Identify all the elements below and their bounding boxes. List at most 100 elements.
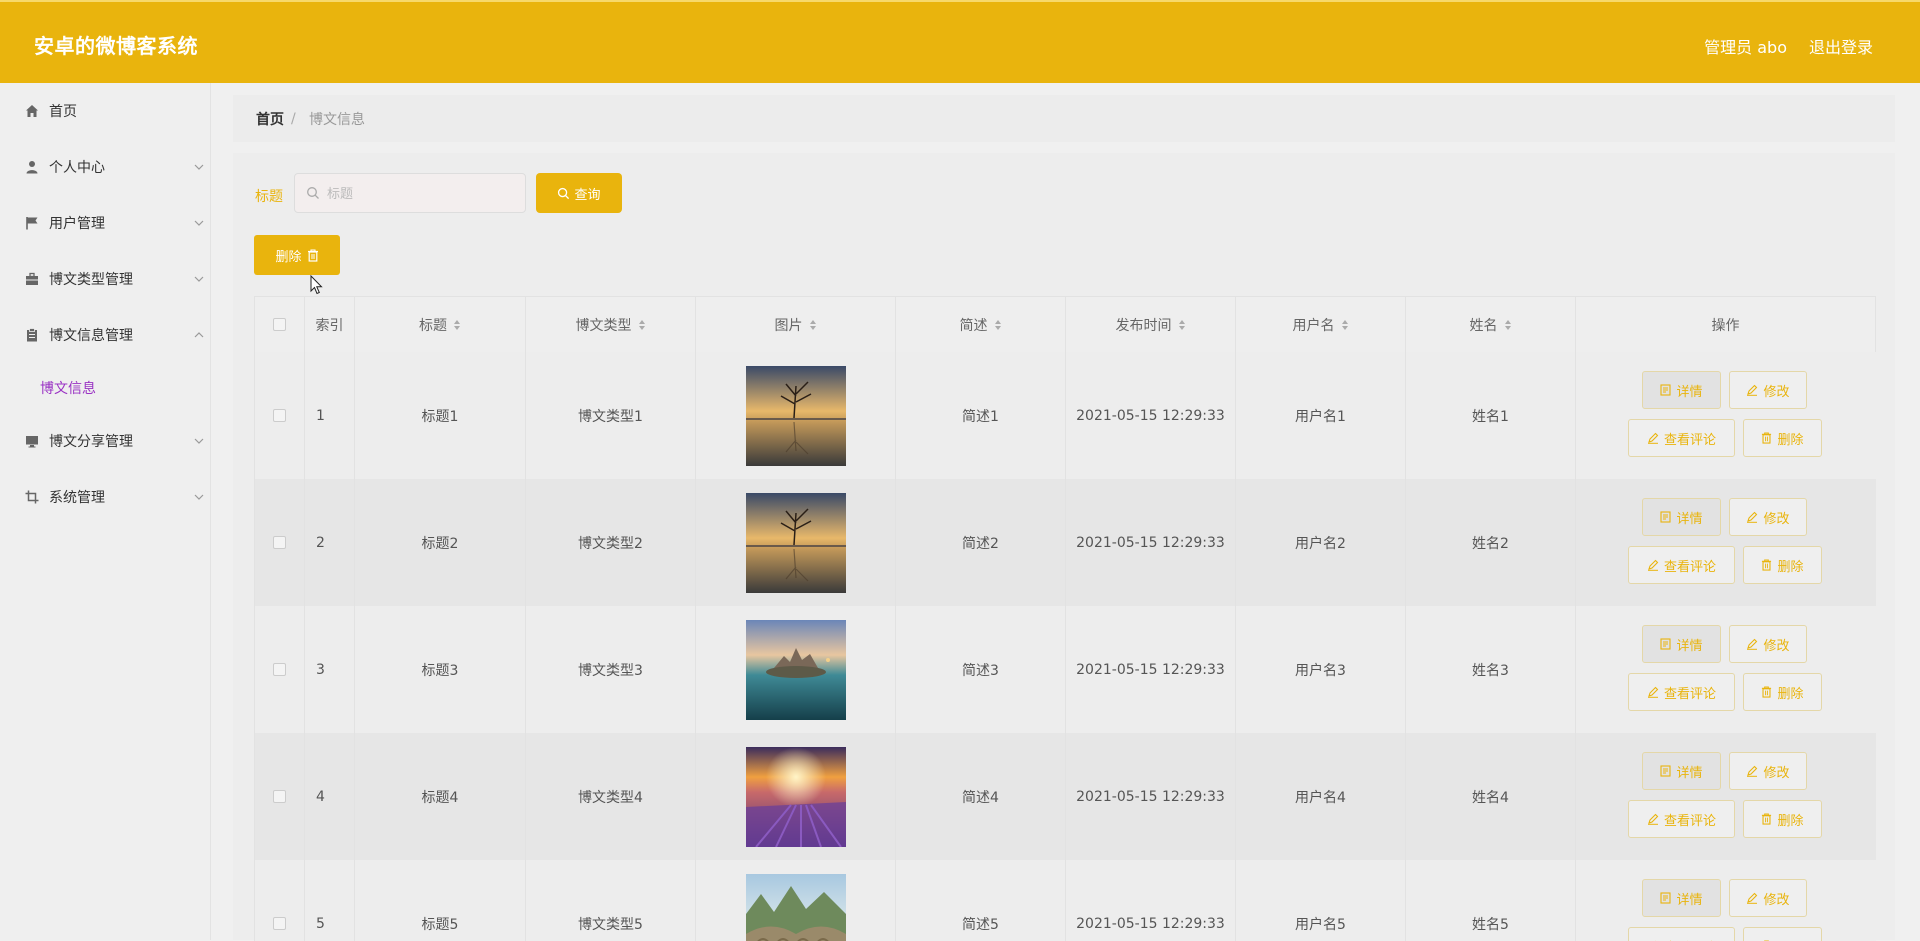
column-header-name[interactable]: 姓名 (1406, 297, 1576, 352)
sidebar-item-label: 系统管理 (49, 487, 105, 507)
detail-button[interactable]: 详情 (1642, 879, 1721, 917)
sort-icon[interactable] (1178, 319, 1186, 331)
cell-name: 姓名4 (1406, 733, 1576, 860)
document-icon (1660, 384, 1671, 396)
view-comments-button[interactable]: 查看评论 (1628, 800, 1735, 838)
sort-icon[interactable] (809, 319, 817, 331)
edit-icon (1746, 765, 1758, 777)
cell-image (696, 606, 896, 733)
delete-row-button-label: 删除 (1777, 429, 1803, 448)
breadcrumb-home[interactable]: 首页 (256, 109, 284, 129)
column-header-type[interactable]: 博文类型 (526, 297, 696, 352)
detail-button-label: 详情 (1676, 889, 1702, 908)
sidebar-subitem-post-info[interactable]: 博文信息 (40, 378, 96, 398)
edit-button[interactable]: 修改 (1729, 879, 1807, 917)
delete-row-button-label: 删除 (1777, 556, 1803, 575)
view-comments-button-label: 查看评论 (1664, 810, 1716, 829)
view-comments-button[interactable]: 查看评论 (1628, 546, 1735, 584)
briefcase-icon (24, 271, 40, 287)
cell-type: 博文类型1 (526, 352, 696, 479)
delete-row-button[interactable]: 删除 (1743, 673, 1822, 711)
cell-name: 姓名2 (1406, 479, 1576, 606)
detail-button[interactable]: 详情 (1642, 498, 1721, 536)
edit-button[interactable]: 修改 (1729, 752, 1807, 790)
cell-time: 2021-05-15 12:29:33 (1066, 352, 1236, 479)
admin-user-label: 管理员 abo (1704, 34, 1787, 58)
table-row: 1 标题1 博文类型1 简述1 2021-05-15 12:29:33 用户名1… (255, 352, 1876, 480)
chevron-down-icon (193, 491, 205, 503)
column-header-actions: 操作 (1576, 297, 1876, 352)
edit-button[interactable]: 修改 (1729, 371, 1807, 409)
view-comments-button[interactable]: 查看评论 (1628, 673, 1735, 711)
sidebar-item-home[interactable]: 首页 (0, 91, 210, 131)
posts-table: 索引 标题 博文类型 图片 简述 发布时间 用户名 姓名 操作 1 标题1 博文… (254, 296, 1876, 941)
chevron-down-icon (193, 435, 205, 447)
cell-username: 用户名3 (1236, 606, 1406, 733)
detail-button[interactable]: 详情 (1642, 371, 1721, 409)
cell-summary: 简述4 (896, 733, 1066, 860)
sidebar-item-user-management[interactable]: 用户管理 (0, 203, 210, 243)
delete-row-button-label: 删除 (1777, 683, 1803, 702)
edit-button[interactable]: 修改 (1729, 625, 1807, 663)
edit-icon (1746, 384, 1758, 396)
trash-icon (307, 249, 319, 262)
user-icon (24, 159, 40, 175)
row-checkbox[interactable] (273, 790, 286, 803)
view-comments-button[interactable]: 查看评论 (1628, 927, 1735, 941)
column-header-image[interactable]: 图片 (696, 297, 896, 352)
sidebar-item-post-type-management[interactable]: 博文类型管理 (0, 259, 210, 299)
delete-row-button[interactable]: 删除 (1743, 927, 1822, 941)
row-select-cell (255, 733, 305, 860)
cell-image (696, 860, 896, 941)
cell-index: 1 (305, 352, 355, 479)
select-all-cell (255, 297, 305, 352)
chevron-down-icon (193, 161, 205, 173)
trash-icon (1761, 686, 1772, 698)
sidebar-item-label: 博文类型管理 (49, 269, 133, 289)
post-thumbnail-image (746, 620, 846, 720)
view-comments-button[interactable]: 查看评论 (1628, 419, 1735, 457)
column-header-time[interactable]: 发布时间 (1066, 297, 1236, 352)
breadcrumb: 首页 / 博文信息 (233, 95, 1895, 142)
search-box[interactable] (294, 173, 526, 213)
sort-icon[interactable] (994, 319, 1002, 331)
sort-icon[interactable] (638, 319, 646, 331)
delete-row-button-label: 删除 (1777, 810, 1803, 829)
sort-icon[interactable] (1341, 319, 1349, 331)
detail-button[interactable]: 详情 (1642, 625, 1721, 663)
sidebar-item-system-management[interactable]: 系统管理 (0, 477, 210, 517)
chevron-down-icon (193, 217, 205, 229)
delete-row-button[interactable]: 删除 (1743, 800, 1822, 838)
post-thumbnail-image (746, 366, 846, 466)
detail-button[interactable]: 详情 (1642, 752, 1721, 790)
delete-row-button[interactable]: 删除 (1743, 419, 1822, 457)
row-checkbox[interactable] (273, 536, 286, 549)
row-checkbox[interactable] (273, 663, 286, 676)
breadcrumb-separator: / (291, 111, 296, 127)
detail-button-label: 详情 (1676, 635, 1702, 654)
delete-row-button[interactable]: 删除 (1743, 546, 1822, 584)
sidebar: 首页 个人中心 用户管理 博文类型管理 博文信息管理 (0, 83, 211, 940)
row-checkbox[interactable] (273, 917, 286, 930)
row-checkbox[interactable] (273, 409, 286, 422)
column-header-label: 标题 (419, 315, 447, 335)
query-button[interactable]: 查询 (536, 173, 622, 213)
table-row: 4 标题4 博文类型4 简述4 2021-05-15 12:29:33 用户名4 (255, 733, 1876, 861)
column-header-summary[interactable]: 简述 (896, 297, 1066, 352)
search-input[interactable] (325, 182, 519, 206)
sidebar-item-post-info-management[interactable]: 博文信息管理 (0, 315, 210, 355)
batch-delete-button[interactable]: 删除 (254, 235, 340, 275)
sidebar-item-personal-center[interactable]: 个人中心 (0, 147, 210, 187)
edit-icon (1647, 813, 1659, 825)
detail-button-label: 详情 (1676, 762, 1702, 781)
edit-icon (1746, 511, 1758, 523)
column-header-label: 简述 (960, 315, 988, 335)
column-header-username[interactable]: 用户名 (1236, 297, 1406, 352)
sidebar-item-post-share-management[interactable]: 博文分享管理 (0, 421, 210, 461)
column-header-title[interactable]: 标题 (355, 297, 526, 352)
edit-button[interactable]: 修改 (1729, 498, 1807, 536)
sort-icon[interactable] (453, 319, 461, 331)
sort-icon[interactable] (1504, 319, 1512, 331)
logout-link[interactable]: 退出登录 (1809, 34, 1873, 58)
select-all-checkbox[interactable] (273, 318, 286, 331)
